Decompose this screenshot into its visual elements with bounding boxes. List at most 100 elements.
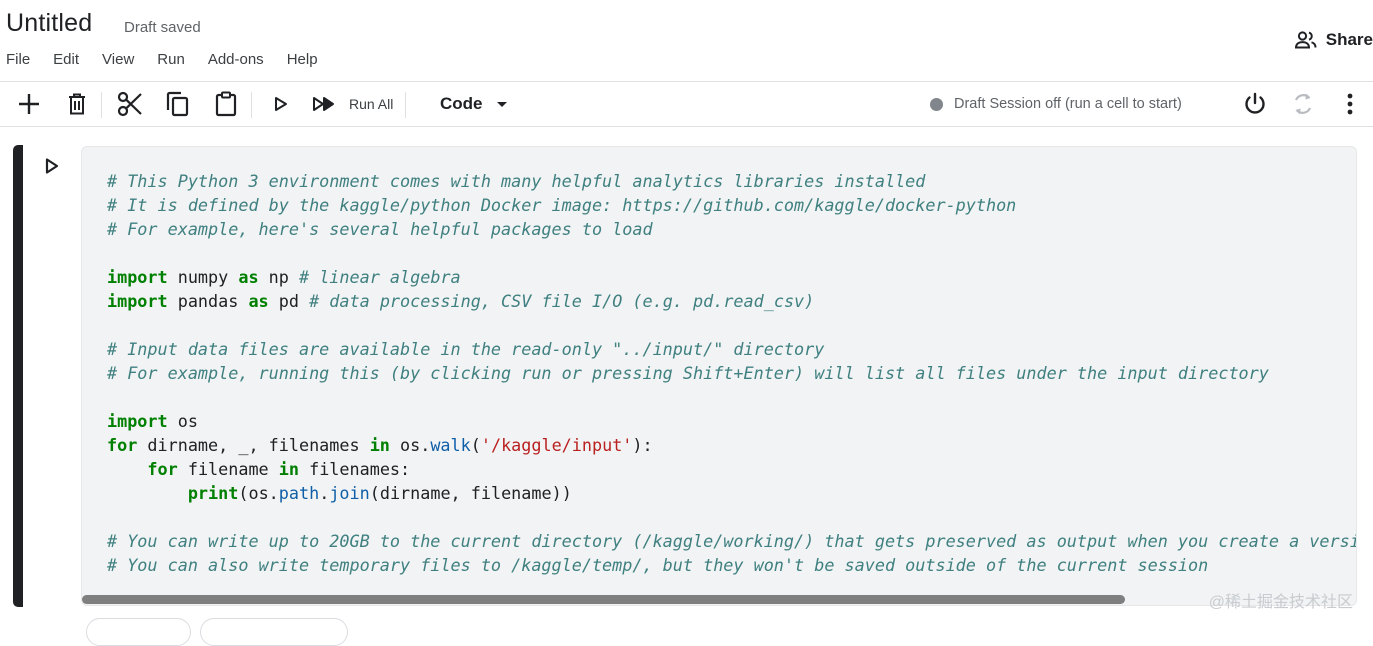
watermark: @稀土掘金技术社区: [1208, 594, 1353, 611]
code-line: import numpy as np # linear algebra: [107, 267, 461, 287]
cut-cell-button[interactable]: [115, 82, 145, 126]
code-token: # For example, here's several helpful pa…: [107, 219, 653, 239]
code-line: # This Python 3 environment comes with m…: [107, 171, 925, 191]
code-line: # You can also write temporary files to …: [107, 555, 1208, 575]
menu-file[interactable]: File: [6, 51, 30, 68]
code-token: ):: [632, 435, 653, 455]
code-cell-editor[interactable]: # This Python 3 environment comes with m…: [81, 146, 1357, 606]
code-token: # For example, running this (by clicking…: [107, 363, 1269, 383]
add-markdown-button[interactable]: [200, 618, 348, 646]
toolbar: Run All Code Draft Session off (run a ce…: [0, 82, 1373, 126]
code-token: import: [107, 291, 168, 311]
code-token: # linear algebra: [299, 267, 461, 287]
run-all-icon: [313, 97, 334, 111]
code-token: (: [470, 435, 481, 455]
code-token: # It is defined by the kaggle/python Doc…: [107, 195, 1017, 215]
code-token: os: [167, 411, 198, 431]
run-cell-button[interactable]: [267, 82, 295, 126]
cell-type-label: Code: [440, 94, 483, 113]
code-token: join: [329, 483, 370, 503]
menu-bar: File Edit View Run Add-ons Help: [6, 51, 341, 68]
code-line: # For example, here's several helpful pa…: [107, 219, 653, 239]
menu-run[interactable]: Run: [157, 51, 185, 68]
horizontal-scrollbar[interactable]: [82, 593, 1356, 605]
code-line: # It is defined by the kaggle/python Doc…: [107, 195, 1016, 215]
session-status: Draft Session off (run a cell to start): [930, 96, 1182, 112]
code-token: os.: [389, 435, 431, 455]
code-token: '/kaggle/input': [480, 435, 633, 455]
code-line: # For example, running this (by clicking…: [107, 363, 1269, 383]
notebook-title[interactable]: Untitled: [6, 9, 92, 38]
menu-add-ons[interactable]: Add-ons: [208, 51, 264, 68]
cell-type-dropdown[interactable]: Code: [440, 94, 507, 114]
more-vert-icon: [1347, 93, 1353, 115]
code-token: # data processing, CSV file I/O (e.g. pd…: [309, 291, 815, 311]
code-content[interactable]: # This Python 3 environment comes with m…: [107, 169, 1356, 577]
run-icon: [45, 158, 59, 174]
run-icon: [275, 97, 287, 111]
code-line: for dirname, _, filenames in os.walk('/k…: [107, 435, 653, 455]
code-token: filename: [177, 459, 279, 479]
share-label: Share: [1325, 30, 1373, 49]
code-token: in: [278, 459, 299, 479]
scrollbar-thumb[interactable]: [82, 595, 1125, 604]
toolbar-separator: [251, 92, 252, 118]
code-token: filenames:: [299, 459, 411, 479]
session-status-text: Draft Session off (run a cell to start): [954, 96, 1182, 112]
share-button[interactable]: Share: [1294, 30, 1373, 50]
add-code-button[interactable]: [86, 618, 191, 646]
code-token: pandas: [167, 291, 249, 311]
plus-icon: [19, 94, 39, 114]
code-token: walk: [430, 435, 471, 455]
run-all-button[interactable]: [309, 82, 339, 126]
code-token: dirname, _, filenames: [137, 435, 370, 455]
code-line: # Input data files are available in the …: [107, 339, 824, 359]
code-token: for: [147, 459, 178, 479]
selected-cell-indicator: [13, 145, 23, 607]
code-token: # You can also write temporary files to …: [107, 555, 1209, 575]
people-icon: [1294, 31, 1317, 49]
code-token: # You can write up to 20GB to the curren…: [107, 531, 1356, 551]
caret-down-icon: [496, 101, 507, 107]
code-token: print: [187, 483, 239, 503]
menu-edit[interactable]: Edit: [53, 51, 79, 68]
toolbar-separator: [101, 92, 102, 118]
copy-cell-button[interactable]: [163, 82, 193, 126]
code-token: for: [107, 435, 138, 455]
code-token: np: [258, 267, 299, 287]
code-token: import: [107, 411, 168, 431]
restart-icon: [1294, 93, 1312, 115]
code-token: # This Python 3 environment comes with m…: [107, 171, 926, 191]
code-token: path: [278, 483, 320, 503]
code-token: as: [248, 291, 269, 311]
delete-cell-button[interactable]: [62, 82, 92, 126]
code-token: as: [238, 267, 259, 287]
code-line: import pandas as pd # data processing, C…: [107, 291, 814, 311]
restart-session-button[interactable]: [1288, 82, 1318, 126]
draft-status: Draft saved: [124, 19, 201, 36]
add-cell-button[interactable]: [14, 82, 44, 126]
code-token: numpy: [167, 267, 239, 287]
code-token: .: [319, 483, 330, 503]
code-token: # Input data files are available in the …: [107, 339, 825, 359]
power-button[interactable]: [1240, 82, 1270, 126]
paste-cell-button[interactable]: [211, 82, 241, 126]
code-line: # You can write up to 20GB to the curren…: [107, 531, 1356, 551]
code-line: import os: [107, 411, 198, 431]
code-line: print(os.path.join(dirname, filename)): [107, 483, 572, 503]
more-options-button[interactable]: [1336, 82, 1364, 126]
run-cell-inline-button[interactable]: [44, 157, 60, 180]
code-token: in: [369, 435, 390, 455]
session-status-dot: [930, 97, 943, 111]
code-token: pd: [268, 291, 310, 311]
divider: [0, 126, 1373, 127]
run-all-label[interactable]: Run All: [349, 96, 393, 112]
power-icon: [1245, 92, 1265, 114]
menu-help[interactable]: Help: [287, 51, 318, 68]
cut-icon: [117, 91, 142, 117]
code-token: import: [107, 267, 168, 287]
menu-view[interactable]: View: [102, 51, 134, 68]
copy-icon: [166, 91, 189, 117]
